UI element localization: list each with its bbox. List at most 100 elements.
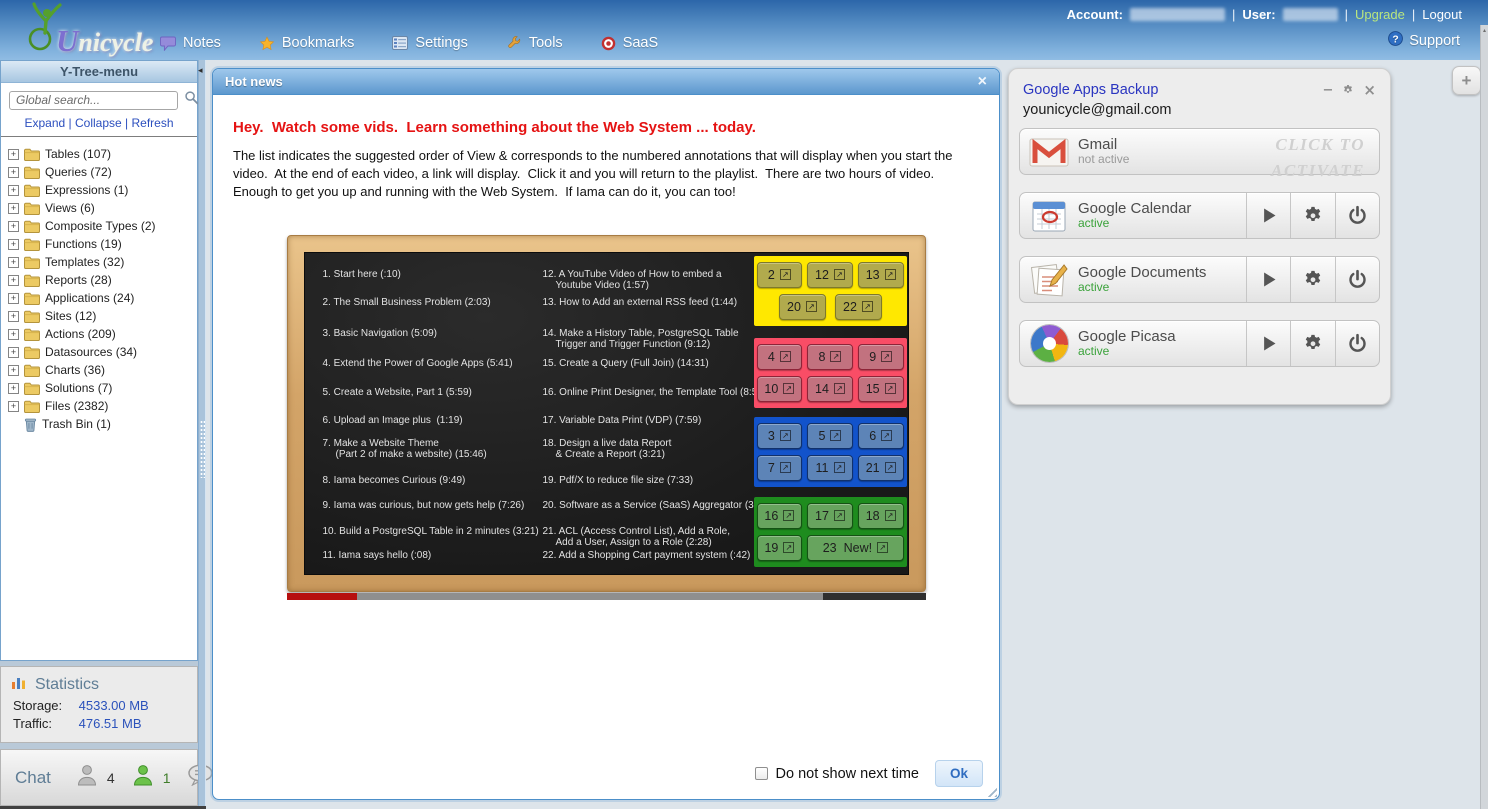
video-button-11[interactable]: 11↗ — [807, 455, 853, 481]
app-run-button[interactable] — [1246, 193, 1290, 238]
power-icon — [1347, 269, 1368, 290]
expander-icon[interactable]: + — [8, 221, 19, 232]
scroll-up-arrow-icon[interactable] — [1481, 27, 1488, 34]
app-settings-button[interactable] — [1290, 193, 1334, 238]
tree-item-datasources-34[interactable]: +Datasources (34) — [8, 343, 193, 361]
tree-item-templates-32[interactable]: +Templates (32) — [8, 253, 193, 271]
expander-icon[interactable]: + — [8, 149, 19, 160]
collapse-link[interactable]: Collapse — [75, 116, 122, 130]
video-button-20[interactable]: 20↗ — [779, 294, 826, 320]
video-button-12[interactable]: 12↗ — [807, 262, 853, 288]
bookmarks-icon — [259, 36, 275, 51]
nav-item-settings[interactable]: Settings — [392, 35, 467, 51]
app-power-button[interactable] — [1335, 193, 1379, 238]
video-button-4[interactable]: 4↗ — [757, 344, 803, 370]
expander-icon[interactable]: + — [8, 311, 19, 322]
video-button-number: 15 — [866, 382, 880, 396]
tree-item-applications-24[interactable]: +Applications (24) — [8, 289, 193, 307]
video-button-8[interactable]: 8↗ — [807, 344, 853, 370]
collapse-sidebar-arrow-icon[interactable] — [198, 66, 203, 76]
tree-item-actions-209[interactable]: +Actions (209) — [8, 325, 193, 343]
add-widget-button[interactable]: + — [1452, 66, 1481, 95]
ok-button[interactable]: Ok — [935, 760, 983, 787]
hot-news-title: Hot news — [225, 74, 978, 89]
tree-item-expressions-1[interactable]: +Expressions (1) — [8, 181, 193, 199]
expander-icon[interactable]: + — [8, 203, 19, 214]
widget-close-icon[interactable] — [1363, 81, 1376, 99]
expander-icon[interactable]: + — [8, 401, 19, 412]
logout-link[interactable]: Logout — [1422, 7, 1462, 22]
nav-item-bookmarks[interactable]: Bookmarks — [259, 35, 355, 51]
app-run-button[interactable] — [1246, 257, 1290, 302]
refresh-link[interactable]: Refresh — [131, 116, 173, 130]
video-button-17[interactable]: 17↗ — [807, 503, 853, 529]
video-button-21[interactable]: 21↗ — [858, 455, 904, 481]
tree-item-reports-28[interactable]: +Reports (28) — [8, 271, 193, 289]
sidebar-splitter[interactable] — [198, 60, 206, 809]
expander-icon[interactable]: + — [8, 365, 19, 376]
folder-icon — [24, 346, 40, 359]
nav-item-tools[interactable]: Tools — [506, 35, 563, 51]
tree-item-sites-12[interactable]: +Sites (12) — [8, 307, 193, 325]
expander-icon[interactable]: + — [8, 383, 19, 394]
video-button-number: 20 — [787, 300, 801, 314]
app-power-button[interactable] — [1335, 257, 1379, 302]
page-scrollbar[interactable] — [1480, 25, 1488, 809]
tree-item-charts-36[interactable]: +Charts (36) — [8, 361, 193, 379]
video-button-5[interactable]: 5↗ — [807, 423, 853, 449]
app-action-buttons — [1246, 193, 1379, 238]
global-search-input[interactable] — [9, 91, 178, 110]
video-button-23[interactable]: 23New!↗ — [807, 535, 903, 561]
tree-item-trash-bin-1[interactable]: Trash Bin (1) — [24, 415, 193, 433]
widget-title[interactable]: Google Apps Backup — [1023, 82, 1323, 98]
video-button-13[interactable]: 13↗ — [858, 262, 904, 288]
minimize-icon[interactable] — [1323, 83, 1334, 98]
video-button-15[interactable]: 15↗ — [858, 376, 904, 402]
video-button-10[interactable]: 10↗ — [757, 376, 803, 402]
expander-icon[interactable]: + — [8, 293, 19, 304]
expander-icon[interactable]: + — [8, 275, 19, 286]
video-button-22[interactable]: 22↗ — [835, 294, 882, 320]
app-run-button[interactable] — [1246, 321, 1290, 366]
tree-item-solutions-7[interactable]: +Solutions (7) — [8, 379, 193, 397]
video-button-18[interactable]: 18↗ — [858, 503, 904, 529]
logo[interactable]: Unicycle — [20, 1, 153, 56]
click-to-activate-label[interactable]: CLICK TOACTIVATE — [1271, 132, 1365, 185]
widget-gear-icon[interactable] — [1342, 84, 1354, 96]
expander-icon[interactable]: + — [8, 239, 19, 250]
tree-item-composite-types-2[interactable]: +Composite Types (2) — [8, 217, 193, 235]
app-settings-button[interactable] — [1290, 321, 1334, 366]
expander-icon[interactable]: + — [8, 167, 19, 178]
expander-icon[interactable]: + — [8, 257, 19, 268]
upgrade-link[interactable]: Upgrade — [1355, 7, 1405, 22]
support-link[interactable]: ? Support — [1388, 31, 1460, 50]
tree-item-files-2382[interactable]: +Files (2382) — [8, 397, 193, 415]
tree-item-functions-19[interactable]: +Functions (19) — [8, 235, 193, 253]
nav-item-saas[interactable]: SaaS — [601, 35, 658, 51]
nav-item-notes[interactable]: Notes — [160, 35, 221, 51]
app-settings-button[interactable] — [1290, 257, 1334, 302]
do-not-show-checkbox[interactable] — [755, 767, 768, 780]
app-power-button[interactable] — [1335, 321, 1379, 366]
resize-grip[interactable] — [984, 784, 997, 797]
tree-item-tables-107[interactable]: +Tables (107) — [8, 145, 193, 163]
tree-item-views-6[interactable]: +Views (6) — [8, 199, 193, 217]
video-button-19[interactable]: 19↗ — [757, 535, 803, 561]
hot-news-body: Hey. Watch some vids. Learn something ab… — [213, 119, 999, 600]
splitter-grip[interactable] — [200, 420, 205, 478]
expander-icon[interactable]: + — [8, 347, 19, 358]
video-button-14[interactable]: 14↗ — [807, 376, 853, 402]
expand-link[interactable]: Expand — [24, 116, 65, 130]
search-icon[interactable] — [184, 90, 199, 110]
video-button-2[interactable]: 2↗ — [757, 262, 803, 288]
play-icon — [1258, 205, 1279, 226]
expander-icon[interactable]: + — [8, 329, 19, 340]
video-button-9[interactable]: 9↗ — [858, 344, 904, 370]
video-button-7[interactable]: 7↗ — [757, 455, 803, 481]
close-icon[interactable] — [978, 74, 987, 90]
video-button-3[interactable]: 3↗ — [757, 423, 803, 449]
expander-icon[interactable]: + — [8, 185, 19, 196]
video-button-16[interactable]: 16↗ — [757, 503, 803, 529]
tree-item-queries-72[interactable]: +Queries (72) — [8, 163, 193, 181]
video-button-6[interactable]: 6↗ — [858, 423, 904, 449]
